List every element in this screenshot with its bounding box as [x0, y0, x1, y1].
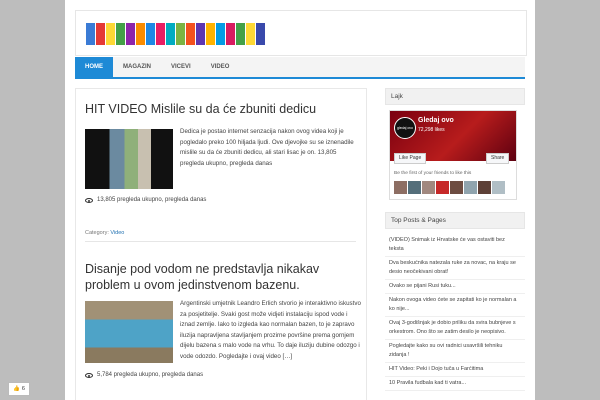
article-title[interactable]: Disanje pod vodom ne predstavlja nikakav… [85, 261, 365, 293]
fb-friends-text: Be the first of your friends to like thi… [394, 171, 472, 176]
fb-share-button[interactable]: Share [486, 153, 510, 164]
top-post-link[interactable]: Ovako se pijani Rusi tuku... [385, 280, 525, 294]
fb-likes-count: 72,298 likes [418, 127, 445, 133]
views-text: 5,784 pregleda ukupno, pregleda danas [97, 372, 204, 378]
main-content: HIT VIDEO Mislile su da će zbuniti dedic… [75, 88, 367, 400]
avatar[interactable] [394, 181, 407, 194]
fb-like-float-button[interactable]: 👍 6 [8, 382, 30, 396]
top-posts-widget: Top Posts & Pages (VIDEO) Snimak iz Hrva… [385, 212, 525, 391]
widget-title-like: Lajk [385, 88, 525, 105]
article-1-thumbnail[interactable] [85, 129, 173, 189]
article-1: HIT VIDEO Mislile su da će zbuniti dedic… [85, 101, 360, 117]
category-label: Category: [85, 230, 109, 236]
fb-page-name[interactable]: Gledaj ovo [418, 117, 454, 124]
share-label: Share [491, 155, 505, 161]
article-views: 13,805 pregleda ukupno, pregleda danas [85, 197, 206, 203]
top-post-link[interactable]: Pogledajte kako su ovi radnici usavršili… [385, 340, 525, 363]
fb-avatar[interactable]: gledaj ovo [394, 117, 416, 139]
facebook-page-widget: gledaj ovo Gledaj ovo 72,298 likes Like … [389, 110, 517, 200]
nav-item-video[interactable]: VIDEO [201, 57, 240, 77]
article-title[interactable]: HIT VIDEO Mislile su da će zbuniti dedic… [85, 101, 360, 117]
top-post-link[interactable]: (VIDEO) Snimak iz Hrvatske će vas ostavi… [385, 234, 525, 257]
site-header [75, 10, 527, 56]
nav-item-magazin[interactable]: MAGAZIN [113, 57, 161, 77]
article-2: Disanje pod vodom ne predstavlja nikakav… [85, 261, 365, 293]
top-post-link[interactable]: Nakon ovoga video ćete se zapitati ko je… [385, 294, 525, 317]
main-navigation: HOME MAGAZIN VICEVI VIDEO [75, 57, 525, 79]
fb-like-page-button[interactable]: Like Page [394, 153, 427, 164]
category-link[interactable]: Video [110, 230, 124, 236]
avatar[interactable] [464, 181, 477, 194]
eye-icon [85, 372, 93, 378]
top-post-link[interactable]: 10 Pravila fudbala kad ti vatra... [385, 377, 525, 391]
article-excerpt: Argentinski umjetnik Leandro Erlich stvo… [180, 300, 361, 360]
sidebar: Lajk gledaj ovo Gledaj ovo 72,298 likes … [385, 88, 525, 400]
article-excerpt: Dedica je postao internet senzacija nako… [180, 128, 354, 167]
like-label: Like Page [399, 155, 422, 161]
site-logo[interactable] [86, 23, 265, 45]
nav-item-vicevi[interactable]: VICEVI [161, 57, 201, 77]
article-2-thumbnail[interactable] [85, 301, 173, 363]
eye-icon [85, 197, 93, 203]
avatar[interactable] [408, 181, 421, 194]
like-count: 6 [21, 386, 25, 392]
article-divider [85, 241, 356, 242]
avatar[interactable] [450, 181, 463, 194]
article-category: Category: Video [85, 230, 124, 236]
thumbs-up-icon: 👍 [13, 386, 20, 392]
avatar[interactable] [422, 181, 435, 194]
top-post-link[interactable]: HIT Video: Peki i Dojo tuča u Farćitima [385, 363, 525, 377]
avatar[interactable] [492, 181, 505, 194]
avatar[interactable] [436, 181, 449, 194]
widget-title-top-posts: Top Posts & Pages [385, 212, 525, 229]
views-text: 13,805 pregleda ukupno, pregleda danas [97, 197, 207, 203]
nav-item-home[interactable]: HOME [75, 57, 113, 77]
avatar[interactable] [478, 181, 491, 194]
fb-friend-avatars [394, 181, 505, 194]
page-container: HOME MAGAZIN VICEVI VIDEO HIT VIDEO Misl… [65, 0, 535, 400]
top-post-link[interactable]: Ovaj 3-godišnjak je dobio priliku da svi… [385, 317, 525, 340]
top-post-link[interactable]: Dva beskućnika natezala ruke za novac, n… [385, 257, 525, 280]
article-views: 5,784 pregleda ukupno, pregleda danas [85, 372, 203, 378]
